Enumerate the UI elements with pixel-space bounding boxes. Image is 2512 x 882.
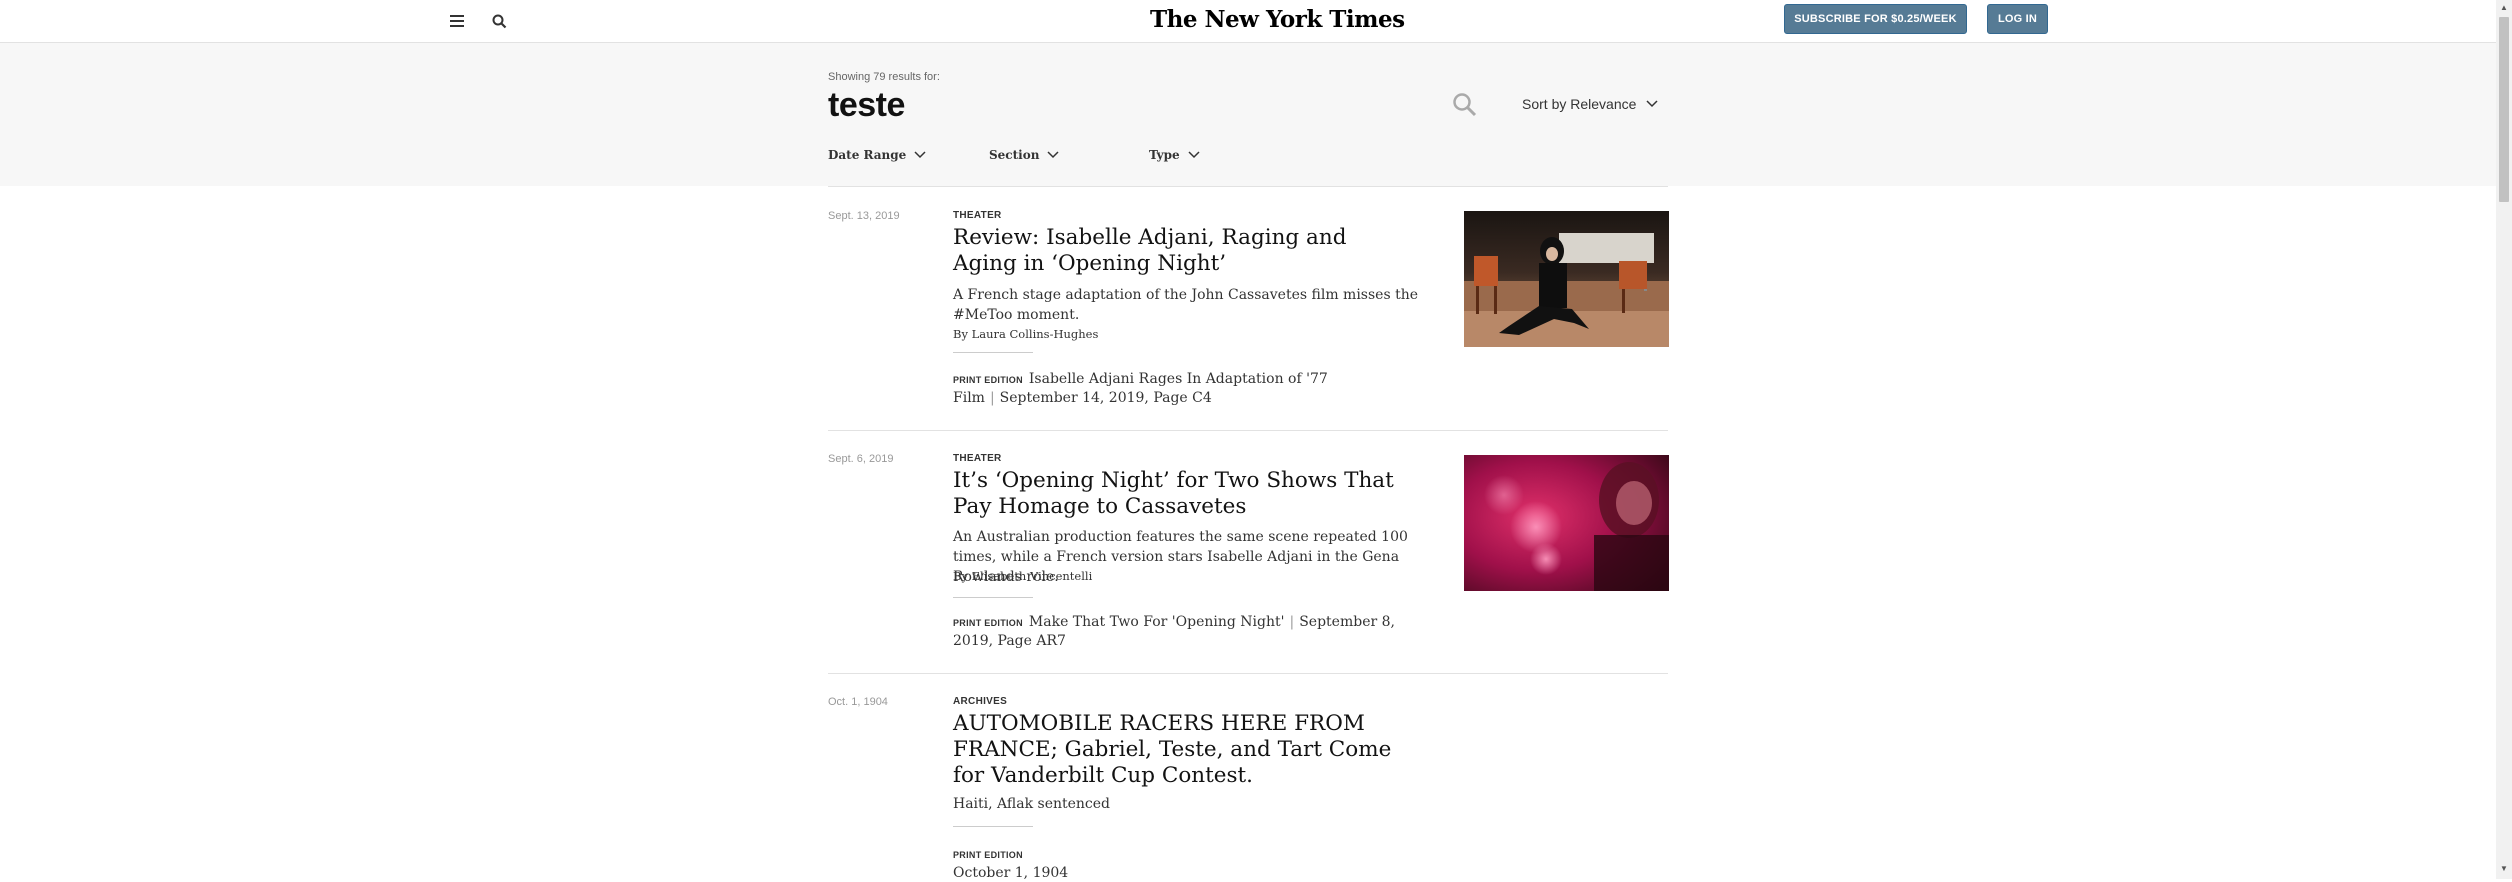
result-byline: By Laura Collins-Hughes [953, 327, 1099, 341]
result-section[interactable]: THEATER [953, 453, 1002, 464]
print-edition-info: PRINT EDITION Isabelle Adjani Rages In Ad… [953, 371, 1328, 406]
divider [828, 430, 1668, 431]
filter-date-range[interactable]: Date Range [828, 148, 926, 162]
print-edition-info: PRINT EDITION Make That Two For 'Opening … [953, 614, 1395, 649]
subscribe-button[interactable]: SUBSCRIBE FOR $0.25/WEEK [1784, 4, 1967, 34]
search-query: teste [828, 86, 905, 124]
filter-label: Section [989, 148, 1040, 162]
chevron-down-icon [1646, 100, 1658, 108]
print-edition-date: October 1, 1904 [953, 865, 1069, 881]
result-date: Sept. 13, 2019 [828, 210, 900, 222]
result-headline[interactable]: AUTOMOBILE RACERS HERE FROM FRANCE; Gabr… [953, 711, 1413, 789]
filter-type[interactable]: Type [1149, 148, 1200, 162]
search-submit-icon[interactable] [1452, 92, 1478, 123]
result-thumbnail[interactable] [1464, 211, 1669, 347]
search-header-panel [0, 43, 2496, 186]
print-edition-date: September 14, 2019, Page C4 [999, 390, 1212, 406]
result-date: Sept. 6, 2019 [828, 453, 894, 465]
scroll-up-arrow-icon[interactable]: ▲ [2499, 3, 2509, 13]
top-navigation-bar: The New York Times SUBSCRIBE FOR $0.25/W… [0, 0, 2496, 43]
divider [953, 597, 1033, 598]
result-headline[interactable]: Review: Isabelle Adjani, Raging and Agin… [953, 225, 1413, 277]
result-summary: Haiti, Aflak sentenced [953, 796, 1111, 812]
chevron-down-icon [1188, 151, 1200, 159]
filter-label: Date Range [828, 148, 907, 162]
print-edition-title: Make That Two For 'Opening Night' [1028, 614, 1285, 630]
result-summary: A French stage adaptation of the John Ca… [953, 287, 1419, 323]
result-date: Oct. 1, 1904 [828, 696, 888, 708]
search-icon[interactable] [486, 8, 512, 34]
result-headline[interactable]: It’s ‘Opening Night’ for Two Shows That … [953, 468, 1413, 520]
result-section[interactable]: ARCHIVES [953, 696, 1007, 707]
scrollbar-thumb[interactable] [2499, 17, 2509, 202]
chevron-down-icon [914, 151, 926, 159]
search-result: Sept. 6, 2019 THEATER It’s ‘Opening Nigh… [828, 453, 1669, 653]
divider [828, 186, 1668, 187]
menu-icon[interactable] [444, 8, 470, 34]
divider [953, 352, 1033, 353]
search-result: Sept. 13, 2019 THEATER Review: Isabelle … [828, 210, 1669, 410]
chevron-down-icon [1047, 151, 1059, 159]
login-button[interactable]: LOG IN [1987, 4, 2048, 34]
result-thumbnail[interactable] [1464, 455, 1669, 591]
divider [828, 673, 1668, 674]
print-edition-label: PRINT EDITION [953, 850, 1023, 860]
filter-section[interactable]: Section [989, 148, 1059, 162]
sort-label: Sort by Relevance [1522, 96, 1637, 112]
result-byline: By Elisabeth Vincentelli [953, 569, 1093, 583]
print-edition-info: PRINT EDITION October 1, 1904 [953, 846, 1413, 882]
divider [953, 826, 1033, 827]
result-section[interactable]: THEATER [953, 210, 1002, 221]
print-edition-label: PRINT EDITION [953, 375, 1023, 385]
sort-dropdown[interactable]: Sort by Relevance [1522, 96, 1658, 112]
print-edition-label: PRINT EDITION [953, 618, 1023, 628]
search-result: Oct. 1, 1904 ARCHIVES AUTOMOBILE RACERS … [828, 696, 1668, 882]
results-count: Showing 79 results for: [828, 71, 940, 83]
scroll-down-arrow-icon[interactable]: ▼ [2499, 864, 2509, 874]
filter-label: Type [1149, 148, 1180, 162]
nyt-logo[interactable]: The New York Times [1150, 6, 1405, 33]
